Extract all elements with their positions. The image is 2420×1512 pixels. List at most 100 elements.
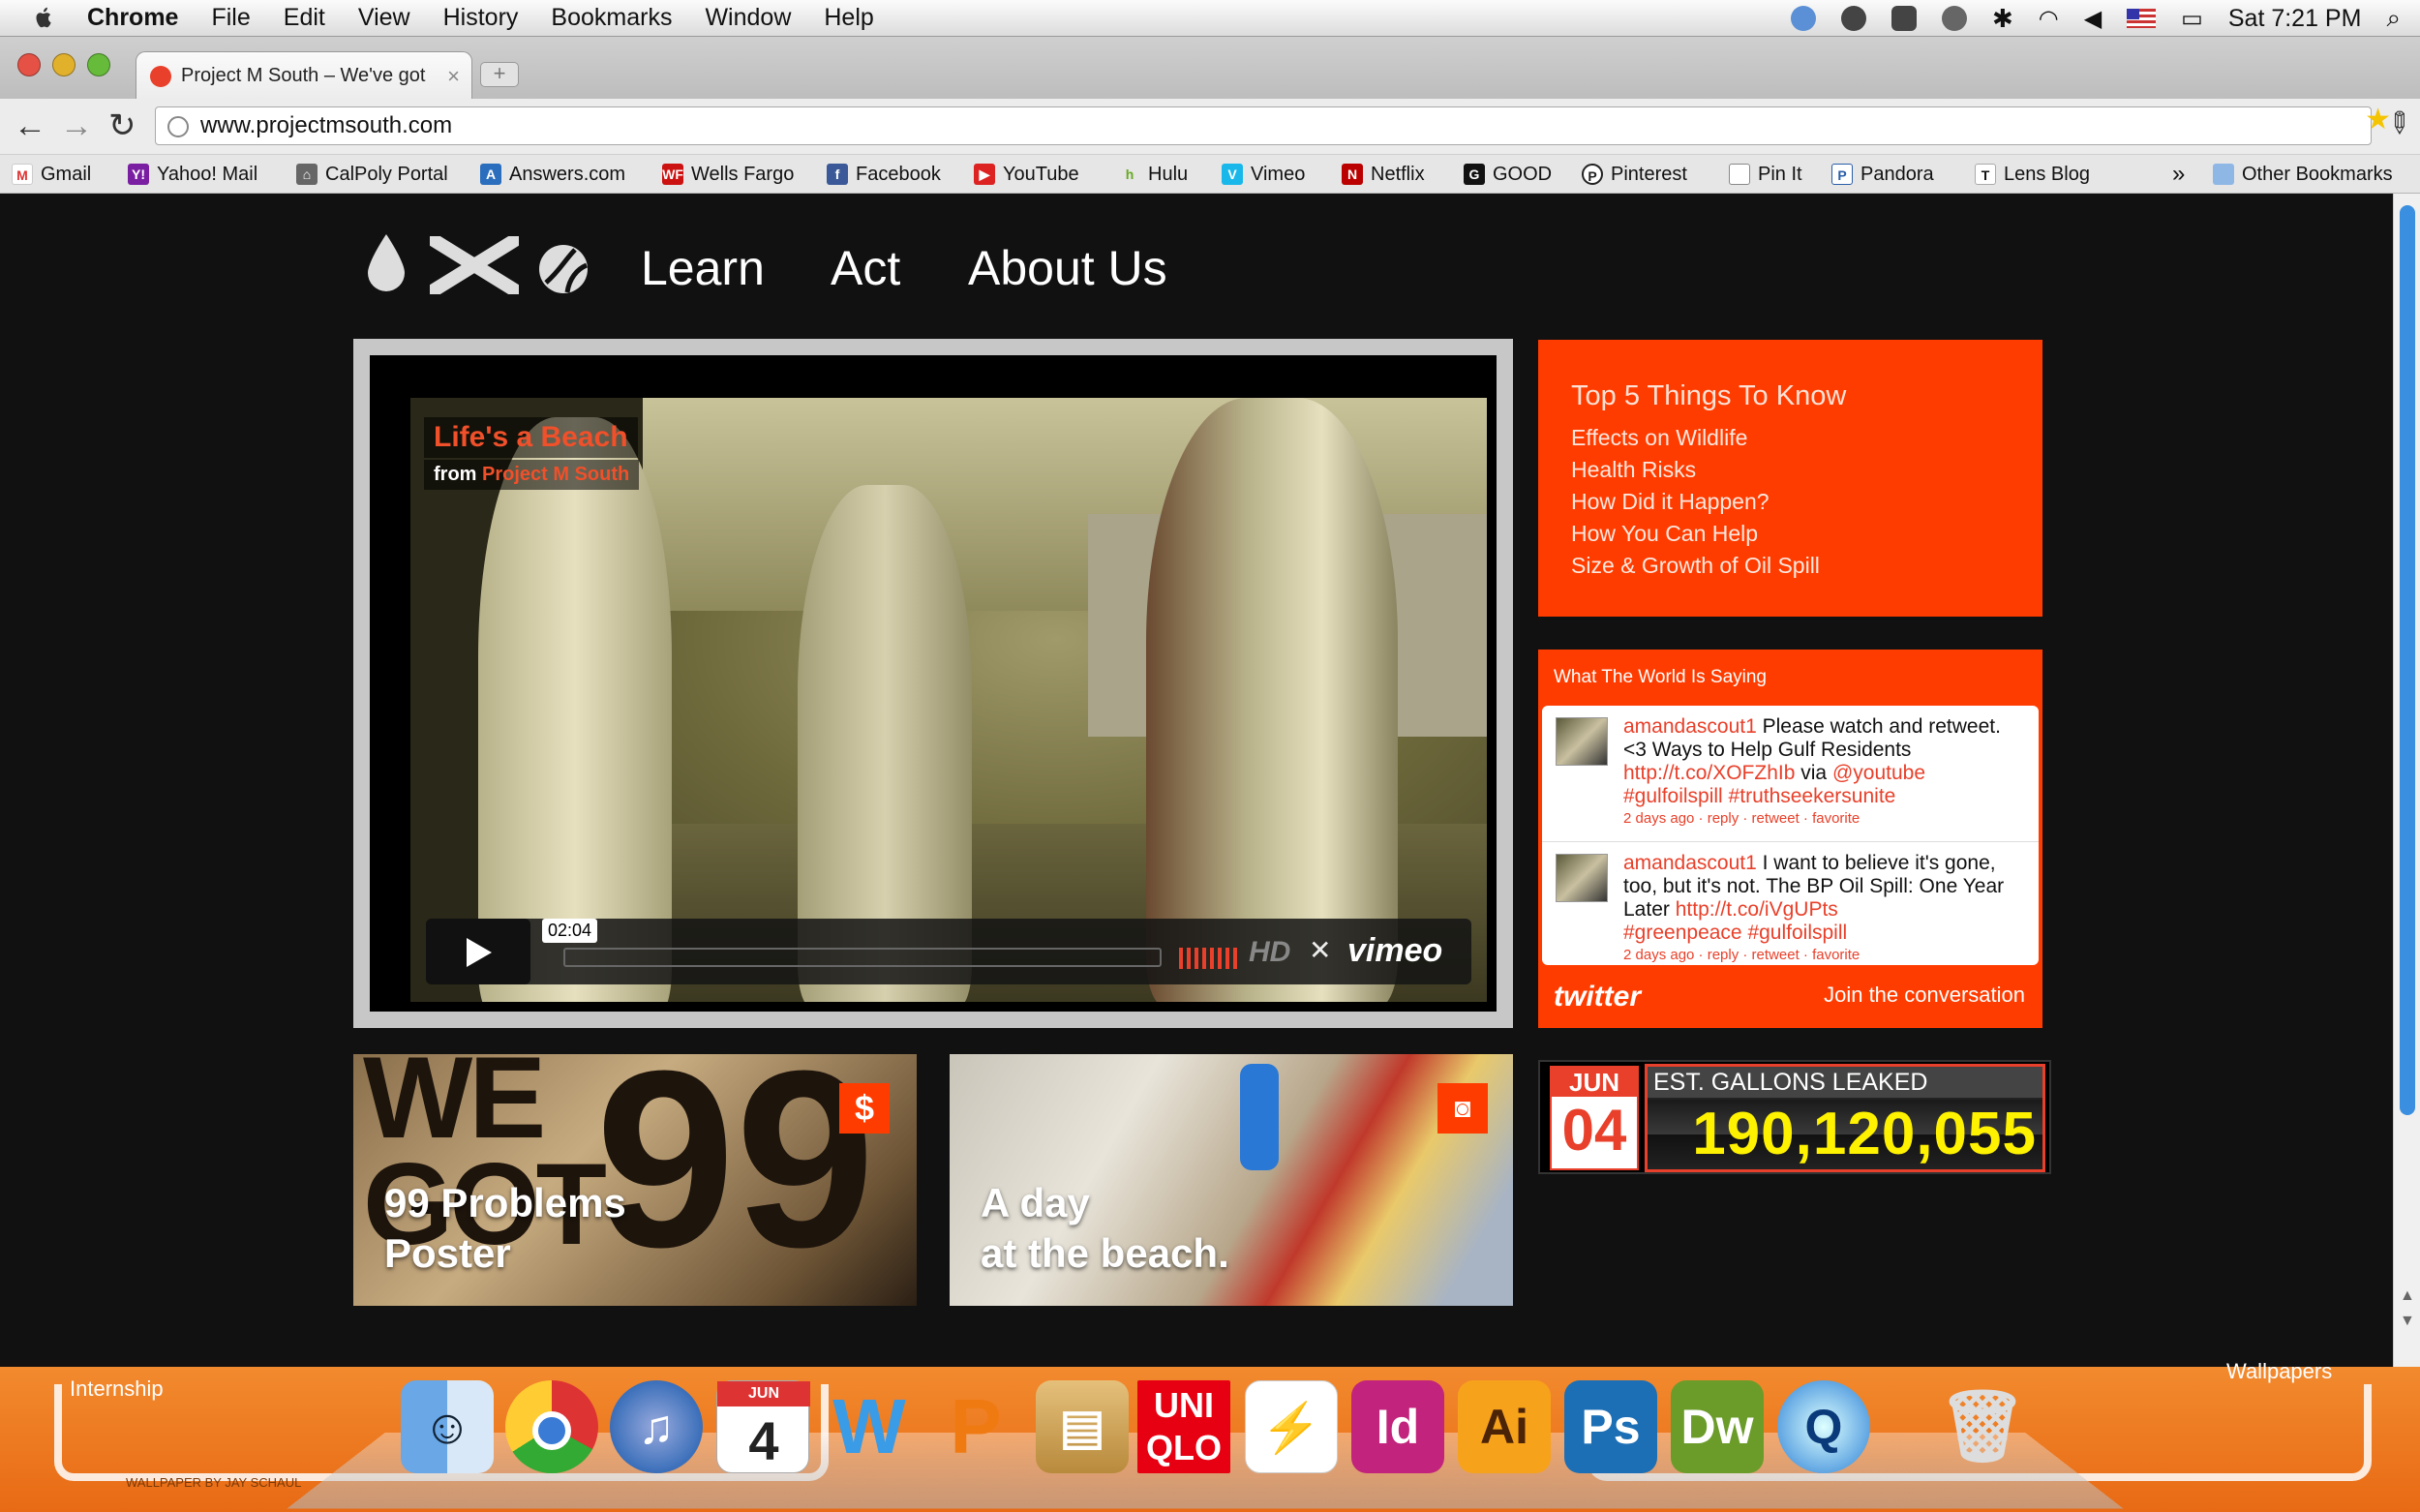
spotlight-search-icon[interactable]: ⌕ <box>2386 3 2401 34</box>
menu-history[interactable]: History <box>443 4 519 32</box>
back-arrow-icon[interactable]: ← <box>14 108 46 143</box>
problems-poster-tile[interactable]: WE GOT 99 $ 99 Problems Poster <box>353 1054 917 1306</box>
menu-help[interactable]: Help <box>824 4 873 32</box>
tweet-meta[interactable]: 2 days ago · reply · retweet · favorite <box>1623 945 2025 965</box>
bookmark-wells-fargo[interactable]: WF Wells Fargo <box>662 162 794 187</box>
trash-icon[interactable]: 🗑 <box>1936 1380 2029 1473</box>
menu-chrome[interactable]: Chrome <box>87 4 178 32</box>
dropbox-icon[interactable] <box>1790 6 1816 31</box>
globe-ball-icon[interactable] <box>536 242 590 296</box>
fullscreen-icon[interactable]: ✕ <box>1309 934 1331 966</box>
address-bar[interactable]: www.projectmsouth.com <box>155 106 2372 145</box>
video-player[interactable]: Life's a Beach from Project M South 02:0… <box>370 355 1497 1012</box>
growl-icon[interactable] <box>1840 6 1866 31</box>
bookmark-facebook[interactable]: f Facebook <box>827 162 941 187</box>
x-logo-icon[interactable] <box>430 236 519 294</box>
vimeo-logo[interactable]: vimeo <box>1347 932 1442 970</box>
tweet-user-link[interactable]: amandascout1 <box>1623 852 1757 874</box>
twitter-logo[interactable]: twitter <box>1554 981 1641 1013</box>
illustrator-icon[interactable]: Ai <box>1458 1380 1551 1473</box>
page-scrollbar[interactable]: ▲ ▼ <box>2393 194 2420 1367</box>
menu-window[interactable]: Window <box>705 4 791 32</box>
bookmark-youtube[interactable]: ▶ YouTube <box>974 162 1079 187</box>
bookmark-pinterest[interactable]: P Pinterest <box>1582 162 1687 187</box>
bookmark-hulu[interactable]: h Hulu <box>1119 162 1188 187</box>
top5-link-help[interactable]: How You Can Help <box>1571 518 2010 550</box>
bookmark-pandora[interactable]: P Pandora <box>1831 162 1934 187</box>
hd-toggle[interactable]: HD <box>1249 936 1290 969</box>
ical-icon[interactable]: JUN 4 <box>716 1380 810 1473</box>
bookmark-yahoo-mail[interactable]: Y! Yahoo! Mail <box>128 162 257 187</box>
menubar-clock[interactable]: Sat 7:21 PM <box>2228 5 2362 33</box>
drop-icon[interactable] <box>364 232 408 292</box>
avatar[interactable] <box>1556 717 1608 766</box>
minimize-window-icon[interactable] <box>52 53 76 76</box>
scroll-up-arrow-icon[interactable]: ▲ <box>2400 1287 2415 1305</box>
itunes-icon[interactable]: ♫ <box>610 1380 703 1473</box>
reload-icon[interactable]: ↻ <box>108 108 136 143</box>
bookmark-gmail[interactable]: M Gmail <box>12 162 91 187</box>
bookmark-vimeo[interactable]: V Vimeo <box>1222 162 1305 187</box>
play-button[interactable] <box>426 919 530 984</box>
dreamweaver-icon[interactable]: Dw <box>1671 1380 1764 1473</box>
uniqlo-icon[interactable]: UNI QLO <box>1137 1380 1230 1473</box>
tweet-mention-link[interactable]: @youtube <box>1832 762 1925 784</box>
menu-view[interactable]: View <box>358 4 410 32</box>
wifi-icon[interactable]: ◠ <box>2039 5 2059 33</box>
bookmark-answers[interactable]: A Answers.com <box>480 162 625 187</box>
bookmark-pin-it[interactable]: Pin It <box>1729 162 1802 187</box>
finder-icon[interactable]: ☺ <box>401 1380 494 1473</box>
tweet-list[interactable]: amandascout1 Please watch and retweet. <… <box>1542 706 2039 965</box>
menu-edit[interactable]: Edit <box>284 4 325 32</box>
beach-day-tile[interactable]: ◙ A day at the beach. <box>950 1054 1513 1306</box>
scrollbar-thumb[interactable] <box>2400 205 2415 1115</box>
tab-close-icon[interactable]: × <box>447 64 460 89</box>
word-icon[interactable]: W <box>823 1380 916 1473</box>
quicktime-icon[interactable]: Q <box>1777 1380 1870 1473</box>
top5-link-size[interactable]: Size & Growth of Oil Spill <box>1571 550 2010 582</box>
bluetooth-icon[interactable]: ✱ <box>1992 4 2013 34</box>
us-flag-icon[interactable] <box>2127 9 2157 28</box>
nav-learn[interactable]: Learn <box>641 240 765 296</box>
video-author-link[interactable]: Project M South <box>482 464 629 485</box>
photoshop-icon[interactable]: Ps <box>1564 1380 1657 1473</box>
bookmark-calpoly-portal[interactable]: ⌂ CalPoly Portal <box>296 162 448 187</box>
top5-link-health[interactable]: Health Risks <box>1571 454 2010 486</box>
camera-icon[interactable]: ◙ <box>1437 1083 1488 1134</box>
keynote-icon[interactable]: ▤ <box>1036 1380 1129 1473</box>
tweet-user-link[interactable]: amandascout1 <box>1623 715 1757 738</box>
time-machine-icon[interactable] <box>1941 6 1967 31</box>
tweet-link[interactable]: http://t.co/iVgUPts <box>1676 898 1838 921</box>
chrome-icon[interactable] <box>505 1380 598 1473</box>
menu-bookmarks[interactable]: Bookmarks <box>551 4 672 32</box>
volume-icon[interactable]: ◀ <box>2084 5 2102 33</box>
bookmark-lens-blog[interactable]: T Lens Blog <box>1975 162 2090 187</box>
video-title[interactable]: Life's a Beach <box>424 417 638 458</box>
video-progress-bar[interactable] <box>563 948 1162 967</box>
tweet-meta[interactable]: 2 days ago · reply · retweet · favorite <box>1623 808 2025 830</box>
desktop-label-internship[interactable]: Internship <box>70 1376 164 1402</box>
desktop-label-wallpapers[interactable]: Wallpapers <box>2226 1359 2332 1384</box>
display-icon[interactable]: ▭ <box>2181 5 2203 33</box>
zoom-window-icon[interactable] <box>87 53 110 76</box>
menu-extra-icon[interactable] <box>1891 6 1917 31</box>
top5-link-wildlife[interactable]: Effects on Wildlife <box>1571 422 2010 454</box>
acrobat-icon[interactable]: ⚡ <box>1245 1380 1338 1473</box>
bookmark-good[interactable]: G GOOD <box>1464 162 1552 187</box>
video-thumbnail[interactable]: Life's a Beach from Project M South 02:0… <box>410 398 1487 1002</box>
tweet-link[interactable]: http://t.co/XOFZhIb <box>1623 762 1795 784</box>
scroll-down-arrow-icon[interactable]: ▼ <box>2400 1313 2415 1330</box>
top5-link-how-happened[interactable]: How Did it Happen? <box>1571 486 2010 518</box>
menu-file[interactable]: File <box>211 4 250 32</box>
dollar-icon[interactable]: $ <box>839 1083 890 1134</box>
apple-icon[interactable] <box>29 4 58 33</box>
bookmarks-overflow-chevron-icon[interactable]: » <box>2172 161 2185 187</box>
forward-arrow-icon[interactable]: → <box>60 108 93 143</box>
join-conversation-link[interactable]: Join the conversation <box>1824 983 2025 1008</box>
avatar[interactable] <box>1556 854 1608 902</box>
tweet-hashtags[interactable]: #greenpeace #gulfoilspill <box>1623 922 2025 945</box>
indesign-icon[interactable]: Id <box>1351 1380 1444 1473</box>
bookmark-netflix[interactable]: N Netflix <box>1342 162 1425 187</box>
tweet-hashtags[interactable]: #gulfoilspill #truthseekersunite <box>1623 785 2025 808</box>
browser-tab[interactable]: Project M South – We've got × <box>136 51 472 100</box>
